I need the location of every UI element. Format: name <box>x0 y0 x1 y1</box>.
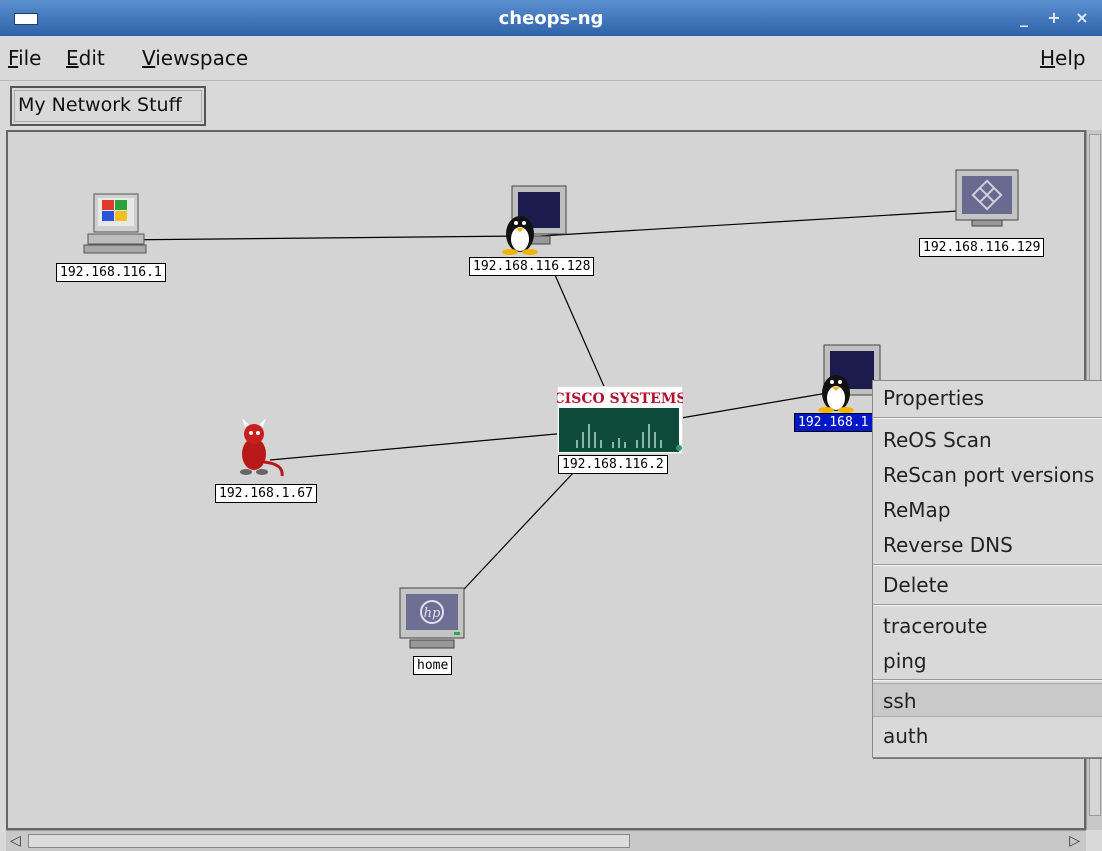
node-label[interactable]: 192.168.116.129 <box>919 238 1045 257</box>
link-128-2 <box>554 274 611 401</box>
horizontal-scroll-thumb[interactable] <box>28 834 630 848</box>
node-label[interactable]: home <box>413 656 453 675</box>
menu-item-delete[interactable]: Delete <box>873 568 1102 602</box>
node-label[interactable]: 192.168.116.128 <box>469 257 595 276</box>
menu-item-reverse-dns[interactable]: Reverse DNS <box>873 528 1102 562</box>
menu-item-properties[interactable]: Properties <box>873 381 1102 415</box>
node-label[interactable]: 192.168.1.67 <box>215 484 317 503</box>
node-192-168-1-67[interactable] <box>232 418 292 484</box>
menu-item-traceroute[interactable]: traceroute <box>873 609 1102 643</box>
menu-separator <box>873 604 1102 606</box>
context-menu: Properties ReOS Scan ReScan port version… <box>872 380 1102 758</box>
menu-item-rescan-port-versions[interactable]: ReScan port versions <box>873 458 1102 492</box>
link-1-128 <box>114 235 521 241</box>
menu-item-ping[interactable]: ping <box>873 644 1102 678</box>
cisco-router-icon: CISCO SYSTEMS <box>554 385 686 455</box>
node-192-168-116-129[interactable] <box>952 168 1022 234</box>
hp-monitor-icon: hp <box>399 587 465 649</box>
menu-item-auth[interactable]: auth <box>873 719 1102 753</box>
node-192-168-116-2[interactable]: CISCO SYSTEMS <box>554 385 686 458</box>
bsd-daemon-icon <box>240 418 284 477</box>
node-home[interactable]: hp <box>398 586 466 658</box>
node-label[interactable]: 192.168.116.2 <box>558 455 668 474</box>
scroll-right-arrow-icon[interactable]: ▷ <box>1069 833 1080 849</box>
linux-monitor-icon <box>502 185 567 255</box>
windows-pc-icon <box>83 193 147 254</box>
link-128-129 <box>539 209 976 237</box>
node-label[interactable]: 192.168.116.1 <box>56 263 166 282</box>
horizontal-scrollbar[interactable]: ◁ ▷ <box>6 830 1086 851</box>
menu-separator <box>873 679 1102 681</box>
scroll-left-arrow-icon[interactable]: ◁ <box>10 833 21 849</box>
cisco-brand-text: CISCO SYSTEMS <box>557 391 683 407</box>
sun-monitor-icon <box>955 169 1019 227</box>
menu-separator <box>873 564 1102 566</box>
link-67-2 <box>269 429 601 461</box>
menu-item-reos-scan[interactable]: ReOS Scan <box>873 423 1102 457</box>
node-192-168-116-128[interactable] <box>498 184 574 264</box>
menu-item-ssh[interactable]: ssh <box>873 683 1102 717</box>
node-192-168-116-1[interactable] <box>82 190 152 264</box>
menu-item-remap[interactable]: ReMap <box>873 493 1102 527</box>
menu-separator <box>873 417 1102 419</box>
node-label-selected[interactable]: 192.168.1 <box>794 413 874 432</box>
svg-text:hp: hp <box>424 606 441 621</box>
